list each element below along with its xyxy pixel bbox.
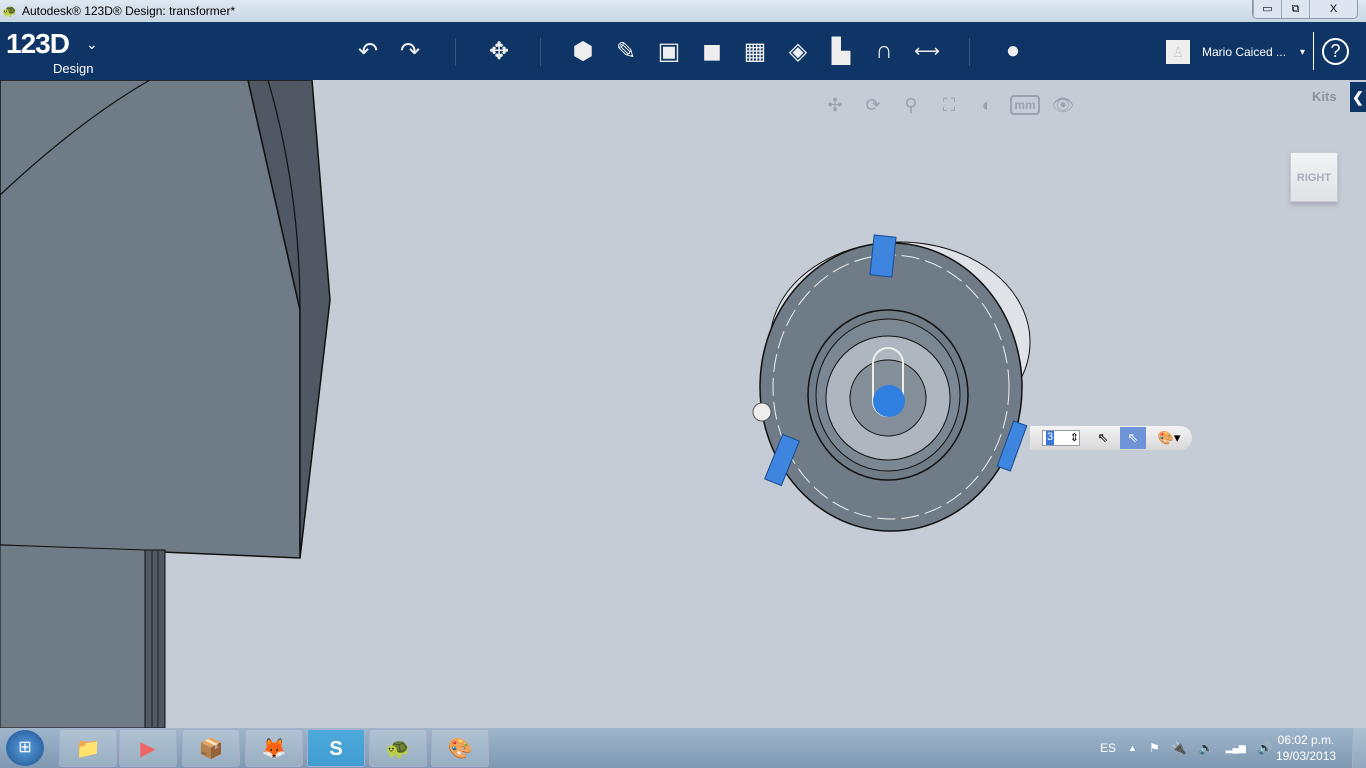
scene	[0, 80, 1031, 728]
taskbar-paint[interactable]: 🎨	[431, 729, 489, 767]
eye-icon[interactable]: 👁	[1048, 92, 1078, 118]
taskbar-firefox[interactable]: 🦊	[245, 729, 303, 767]
measure-button[interactable]: ⟷	[910, 34, 944, 68]
user-name: Mario Caiced ...	[1202, 45, 1287, 59]
logo-text: 123D	[6, 28, 70, 59]
taskbar-123d[interactable]: 🐢	[369, 729, 427, 767]
primitives-button[interactable]: ⬢	[566, 34, 600, 68]
divider	[455, 38, 456, 66]
select-active-button[interactable]: ⇖	[1120, 427, 1146, 449]
flag-icon[interactable]: ⚑	[1149, 741, 1160, 755]
show-hidden-icon[interactable]: ▲	[1128, 743, 1137, 753]
zoom-icon[interactable]: ⚲	[896, 92, 926, 118]
divider	[540, 38, 541, 66]
sketch-button[interactable]: ✎	[609, 34, 643, 68]
taskbar-archive[interactable]: 📦	[182, 729, 240, 767]
count-value[interactable]: 3	[1046, 431, 1055, 445]
chevron-down-icon: ▾	[1300, 46, 1306, 58]
selected-pulley[interactable]	[752, 234, 1031, 532]
signal-icon[interactable]: ▂▄▆	[1226, 743, 1246, 754]
start-button[interactable]: ⊞	[6, 730, 44, 766]
language-indicator[interactable]: ES	[1100, 741, 1116, 755]
orbit-icon[interactable]: ⟳	[858, 92, 888, 118]
title-bar: 🐢 Autodesk® 123D® Design: transformer* ▭…	[0, 0, 1366, 22]
window-title: Autodesk® 123D® Design: transformer*	[22, 4, 236, 18]
rotate-handle	[752, 402, 772, 422]
pan-icon[interactable]: ✣	[820, 92, 850, 118]
navigation-bar: ✣ ⟳ ⚲ ⛶ ◐ mm 👁	[820, 92, 1078, 118]
modify-button[interactable]: ◼	[695, 34, 729, 68]
user-menu[interactable]: ♙ Mario Caiced ... ▾	[1166, 40, 1305, 64]
minimize-button[interactable]: ▭	[1253, 0, 1281, 18]
taskbar: ⊞ 📁 ▶ 📦 🦊 S 🐢 🎨 ES ▲ ⚑ 🔌 🔈 ▂▄▆ 🔊 06:02 p…	[0, 728, 1366, 768]
app-menu-logo[interactable]: 123D ⌄ Design	[6, 28, 98, 76]
redo-button[interactable]: ↷	[393, 34, 427, 68]
help-button[interactable]: ?	[1322, 38, 1349, 65]
chevron-down-icon: ⌄	[86, 36, 98, 52]
select-button[interactable]: ⇖	[1090, 427, 1116, 449]
divider	[1313, 32, 1314, 70]
taskbar-media-player[interactable]: ▶	[119, 729, 177, 767]
volume-icon[interactable]: 🔊	[1258, 741, 1273, 755]
taskbar-skype[interactable]: S	[307, 729, 365, 767]
date: 19/03/2013	[1276, 749, 1337, 763]
model-body-left	[0, 80, 301, 559]
divider	[969, 38, 970, 66]
kits-label[interactable]: Kits	[1312, 89, 1337, 104]
context-mini-toolbar: 3 ⇕ ⇖ ⇖ 🎨▾	[1030, 426, 1192, 450]
restore-button[interactable]: ⧉	[1281, 0, 1309, 18]
time: 06:02 p.m.	[1277, 733, 1335, 747]
material-menu-button[interactable]: 🎨▾	[1156, 427, 1182, 449]
main-toolbar: 123D ⌄ Design ↶ ↷ ✥ ⬢ ✎ ▣ ◼ ▦ ◈ ▙ ∩ ⟷ ● …	[0, 22, 1366, 80]
logo-sub: Design	[53, 61, 94, 76]
snap-button[interactable]: ∩	[867, 34, 901, 68]
3d-viewport[interactable]: ✣ ⟳ ⚲ ⛶ ◐ mm 👁 Kits ❮ RIGHT 3 ⇕ ⇖ ⇖ 🎨▾	[0, 80, 1366, 728]
undo-button[interactable]: ↶	[351, 34, 385, 68]
combine-button[interactable]: ▙	[824, 34, 858, 68]
system-tray: ES ▲ ⚑ 🔌 🔈 ▂▄▆ 🔊	[1100, 728, 1273, 768]
clock[interactable]: 06:02 p.m. 19/03/2013	[1276, 732, 1336, 764]
material-button[interactable]: ●	[996, 34, 1030, 68]
model-stem	[0, 544, 146, 728]
units-button[interactable]: mm	[1010, 95, 1040, 115]
taskbar-explorer[interactable]: 📁	[59, 729, 117, 767]
close-button[interactable]: X	[1309, 0, 1357, 18]
app-icon: 🐢	[2, 4, 17, 18]
transform-button[interactable]: ✥	[482, 34, 516, 68]
stepper-arrows-icon[interactable]: ⇕	[1070, 431, 1079, 445]
visual-style-icon[interactable]: ◐	[972, 92, 1002, 118]
fit-icon[interactable]: ⛶	[934, 92, 964, 118]
count-stepper[interactable]: 3 ⇕	[1042, 430, 1080, 446]
handle-top	[869, 234, 897, 278]
avatar: ♙	[1166, 40, 1190, 64]
speaker-muted-icon[interactable]: 🔈	[1199, 741, 1214, 755]
construct-button[interactable]: ▣	[652, 34, 686, 68]
pattern-button[interactable]: ▦	[738, 34, 772, 68]
power-icon[interactable]: 🔌	[1172, 741, 1187, 755]
view-cube[interactable]: RIGHT	[1290, 152, 1338, 202]
show-desktop-button[interactable]	[1352, 728, 1366, 768]
grouping-button[interactable]: ◈	[781, 34, 815, 68]
kits-toggle-button[interactable]: ❮	[1350, 82, 1366, 112]
